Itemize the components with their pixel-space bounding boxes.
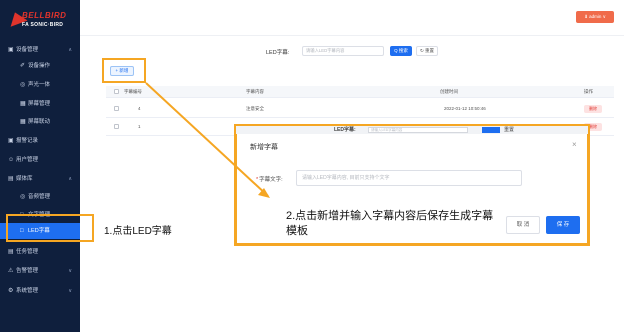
ghost-search-button — [482, 127, 500, 133]
step1-annotation: 1.点击LED字幕 — [104, 226, 172, 237]
ghost-search-input: 请输入LED字幕内容 — [368, 127, 468, 133]
brand-name: BELLBIRD — [22, 11, 67, 20]
led-search-input[interactable]: 请输入LED字幕内容 — [302, 46, 384, 56]
subtitle-text-label: *字幕文字: — [256, 175, 283, 183]
column-header-action: 操作 — [584, 89, 593, 94]
sidebar-item-label: 报警记录 — [16, 138, 39, 144]
brand-logo: BELLBIRD FA SONIC·BIRD — [6, 9, 76, 36]
device-icon: ▣ — [8, 47, 14, 53]
sidebar-item-device-operation[interactable]: ✐ 设备操作 — [0, 58, 80, 74]
column-header-content: 字幕内容 — [246, 89, 264, 94]
cell-content: 注意安全 — [246, 106, 264, 111]
warning-icon: ⚠ — [8, 268, 14, 274]
chevron-down-icon: ∨ — [68, 268, 72, 274]
app-root: BELLBIRD FA SONIC·BIRD ▣ 设备管理 ∧ ✐ 设备操作 ◎… — [0, 0, 624, 332]
record-icon: ▣ — [8, 138, 14, 144]
column-header-id: 字幕编号 — [124, 89, 142, 94]
media-icon: ▤ — [8, 176, 14, 182]
dialog-background-strip: LED字幕: 请输入LED字幕内容 重置 — [236, 126, 588, 134]
field-label-text: 字幕文字: — [259, 177, 283, 183]
wrench-icon: ✐ — [20, 63, 26, 69]
step2-annotation: 2.点击新增并输入字幕内容后保存生成字幕模板 — [286, 210, 494, 237]
reset-button[interactable]: ↻ 重置 — [416, 46, 438, 56]
chevron-down-icon: ∨ — [68, 288, 72, 294]
table-row: 4 注意安全 2022-01-12 10:50:46 删除 — [106, 100, 614, 118]
sidebar-item-audio-management[interactable]: ◎ 音频管理 — [0, 189, 80, 205]
subtitle-text-input[interactable]: 请输入LED字幕内容, 目前只支持个文字 — [296, 170, 522, 186]
sidebar-item-task-management[interactable]: ▤ 任务管理 — [0, 244, 80, 260]
add-button-highlight — [102, 58, 146, 83]
cell-time: 2022-01-12 10:50:46 — [444, 106, 486, 111]
sidebar-item-label: 声光一体 — [28, 82, 51, 88]
sidebar-item-alert-management[interactable]: ⚠ 告警管理 ∨ — [0, 263, 80, 279]
cell-id: 4 — [138, 106, 141, 111]
required-marker: * — [256, 177, 259, 183]
save-button[interactable]: 保 存 — [546, 216, 580, 234]
task-icon: ▤ — [8, 249, 14, 255]
ghost-search-label: LED字幕: — [334, 127, 356, 133]
sidebar-item-label: 屏幕管理 — [28, 101, 51, 107]
led-subtitle-highlight — [6, 214, 94, 242]
sidebar-item-user-management[interactable]: ☺ 用户管理 — [0, 152, 80, 168]
sidebar-item-media-library[interactable]: ▤ 媒体库 ∧ — [0, 171, 80, 187]
user-menu-button[interactable]: ⬇ admin ∨ — [576, 11, 614, 23]
sidebar-item-label: 用户管理 — [16, 157, 39, 163]
chevron-up-icon: ∧ — [68, 47, 72, 53]
user-icon: ☺ — [8, 157, 15, 163]
row-checkbox[interactable] — [114, 124, 119, 129]
sidebar-item-label: 系统管理 — [16, 288, 39, 294]
cell-id: 1 — [138, 124, 141, 129]
sidebar-item-label: 音频管理 — [28, 194, 51, 200]
close-icon[interactable]: × — [572, 140, 577, 149]
sidebar-item-screen-linkage[interactable]: ▦ 屏幕联动 — [0, 114, 80, 130]
speaker-icon: ◎ — [20, 82, 26, 88]
sidebar-item-device-management[interactable]: ▣ 设备管理 ∧ — [0, 42, 80, 58]
audio-icon: ◎ — [20, 194, 26, 200]
dialog-title: 新增字幕 — [250, 144, 278, 151]
sidebar-item-screen-management[interactable]: ▦ 屏幕管理 — [0, 96, 80, 112]
brand-subtitle: FA SONIC·BIRD — [22, 22, 64, 28]
sidebar-item-label: 屏幕联动 — [28, 119, 51, 125]
table-header: 字幕编号 字幕内容 创建时间 操作 — [106, 86, 614, 98]
top-header: ⬇ admin ∨ — [80, 0, 624, 36]
sidebar-item-sound-light[interactable]: ◎ 声光一体 — [0, 77, 80, 93]
sidebar: BELLBIRD FA SONIC·BIRD ▣ 设备管理 ∧ ✐ 设备操作 ◎… — [0, 0, 80, 332]
sidebar-item-label: 设备管理 — [16, 47, 39, 53]
search-button[interactable]: Q 搜索 — [390, 46, 412, 56]
chevron-up-icon: ∧ — [68, 176, 72, 182]
cancel-button[interactable]: 取 消 — [506, 216, 540, 234]
sidebar-item-system-management[interactable]: ⚙ 系统管理 ∨ — [0, 283, 80, 299]
sidebar-item-label: 告警管理 — [16, 268, 39, 274]
sidebar-item-label: 媒体库 — [16, 176, 33, 182]
column-header-time: 创建时间 — [440, 89, 458, 94]
sidebar-item-label: 设备操作 — [28, 63, 51, 69]
gear-icon: ⚙ — [8, 288, 14, 294]
grid-icon: ▦ — [20, 119, 26, 125]
ghost-reset-label: 重置 — [504, 127, 515, 133]
sidebar-item-alarm-records[interactable]: ▣ 报警记录 — [0, 133, 80, 149]
search-label: LED字幕: — [266, 50, 290, 56]
row-checkbox[interactable] — [114, 106, 119, 111]
select-all-checkbox[interactable] — [114, 89, 119, 94]
delete-button[interactable]: 删除 — [584, 105, 602, 113]
grid-icon: ▦ — [20, 101, 26, 107]
sidebar-item-label: 任务管理 — [16, 249, 39, 255]
